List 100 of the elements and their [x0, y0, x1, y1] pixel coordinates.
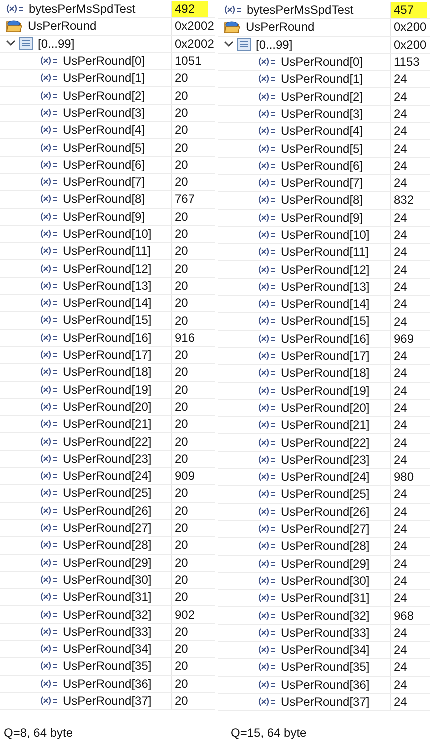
- variable-name: UsPerRound[20]: [63, 400, 152, 413]
- variable-icon: [258, 144, 276, 154]
- variable-name: UsPerRound[13]: [63, 280, 152, 292]
- variable-value: 20: [174, 140, 190, 156]
- variable-value: 0x2002: [174, 18, 215, 35]
- variable-value: 20: [174, 624, 190, 640]
- variable-value: 24: [393, 158, 408, 174]
- variable-name: UsPerRound[22]: [63, 436, 152, 448]
- variable-icon: [40, 506, 58, 516]
- variable-icon: [258, 524, 276, 534]
- variable-value: 20: [174, 502, 190, 519]
- variable-icon: [258, 506, 276, 517]
- variable-name: UsPerRound[35]: [281, 661, 370, 674]
- variable-value: 24: [393, 244, 408, 260]
- variable-name: UsPerRound[3]: [63, 106, 146, 119]
- variable-icon: [40, 558, 58, 568]
- variable-name: UsPerRound[0]: [281, 56, 364, 68]
- variable-value: 20: [174, 347, 190, 364]
- variable-icon: [40, 212, 58, 222]
- variable-value: 20: [174, 243, 190, 260]
- variable-icon: [258, 610, 276, 621]
- variable-value: 24: [393, 210, 408, 226]
- variable-value: 24: [393, 452, 408, 468]
- variable-value: 24: [393, 694, 408, 710]
- variable-value: 24: [393, 365, 408, 382]
- variable-value: 20: [174, 520, 190, 536]
- variable-icon: [258, 472, 276, 482]
- variable-value: 1051: [174, 53, 203, 70]
- variable-name: UsPerRound: [28, 20, 97, 32]
- variable-value: 20: [174, 416, 190, 432]
- variable-value: 24: [393, 314, 408, 330]
- variable-icon: [40, 56, 58, 66]
- variable-value: 0x200: [393, 36, 428, 53]
- variable-icon: [40, 471, 58, 482]
- variable-value: 20: [174, 434, 190, 450]
- variable-name: UsPerRound[23]: [63, 452, 152, 465]
- variable-name: UsPerRound[18]: [63, 366, 152, 378]
- variable-value: 20: [174, 693, 190, 710]
- variable-value: 20: [174, 156, 190, 173]
- variable-value: 24: [393, 400, 408, 416]
- variable-name: UsPerRound[27]: [281, 523, 370, 536]
- variable-icon: [258, 126, 276, 136]
- variable-name: UsPerRound[33]: [281, 626, 370, 639]
- variable-icon: [258, 299, 276, 310]
- variable-name: UsPerRound[24]: [63, 470, 152, 482]
- variable-name: UsPerRound[21]: [63, 418, 152, 430]
- variable-name: UsPerRound[9]: [63, 210, 146, 223]
- chevron-icon[interactable]: [224, 41, 234, 48]
- variable-value: 20: [174, 122, 190, 138]
- variable-value: 24: [393, 556, 408, 572]
- variable-name: UsPerRound[37]: [281, 696, 370, 708]
- variable-value: 20: [174, 70, 190, 86]
- variable-icon: [258, 57, 276, 68]
- variable-name: UsPerRound[2]: [281, 90, 364, 103]
- variable-value: 24: [393, 71, 408, 88]
- variable-name: UsPerRound[25]: [281, 488, 370, 500]
- variable-name: UsPerRound[31]: [63, 591, 152, 604]
- variable-name: UsPerRound[12]: [63, 262, 152, 275]
- variable-name: UsPerRound[10]: [281, 229, 370, 241]
- variable-icon: [258, 558, 276, 569]
- variable-value: 20: [174, 676, 190, 692]
- variable-value: 20: [174, 208, 190, 225]
- variable-value: 24: [393, 296, 408, 312]
- variable-icon: [258, 108, 276, 119]
- variable-name: [0...99]: [38, 38, 75, 50]
- variable-icon: [258, 645, 276, 656]
- variable-icon: [258, 680, 276, 690]
- variable-name: UsPerRound[13]: [281, 280, 370, 293]
- variable-icon: [258, 593, 276, 604]
- variable-name: UsPerRound[15]: [281, 315, 370, 328]
- variable-name: UsPerRound[19]: [281, 384, 370, 397]
- variable-icon: [40, 367, 58, 378]
- variable-name: UsPerRound[29]: [63, 556, 152, 569]
- variable-value: 20: [174, 658, 190, 675]
- variable-icon: [258, 316, 276, 326]
- variable-icon: [40, 610, 58, 620]
- variable-icon: [258, 438, 276, 448]
- variable-name: UsPerRound: [246, 21, 315, 34]
- variable-icon: [258, 282, 276, 292]
- variable-icon: [40, 419, 58, 430]
- variable-name: UsPerRound[14]: [63, 297, 152, 310]
- variable-icon: [40, 229, 58, 239]
- variable-name: UsPerRound[24]: [281, 471, 370, 484]
- variable-value: 20: [174, 382, 190, 398]
- variable-name: UsPerRound[22]: [281, 436, 370, 449]
- variable-icon: [40, 142, 58, 153]
- variable-icon: [258, 368, 276, 378]
- variable-value: 24: [393, 262, 408, 278]
- variable-icon: [40, 108, 58, 118]
- variable-value: 832: [393, 192, 416, 209]
- variable-icon: [258, 195, 276, 206]
- variable-icon: [258, 178, 276, 188]
- chevron-icon[interactable]: [6, 40, 16, 48]
- variable-value: 20: [174, 398, 190, 416]
- variable-value: 24: [393, 659, 408, 676]
- variable-icon: [40, 592, 58, 602]
- variable-icon: [258, 489, 276, 500]
- variable-name: UsPerRound[9]: [281, 212, 364, 224]
- variable-icon: [40, 454, 58, 464]
- variable-value: 24: [393, 227, 408, 244]
